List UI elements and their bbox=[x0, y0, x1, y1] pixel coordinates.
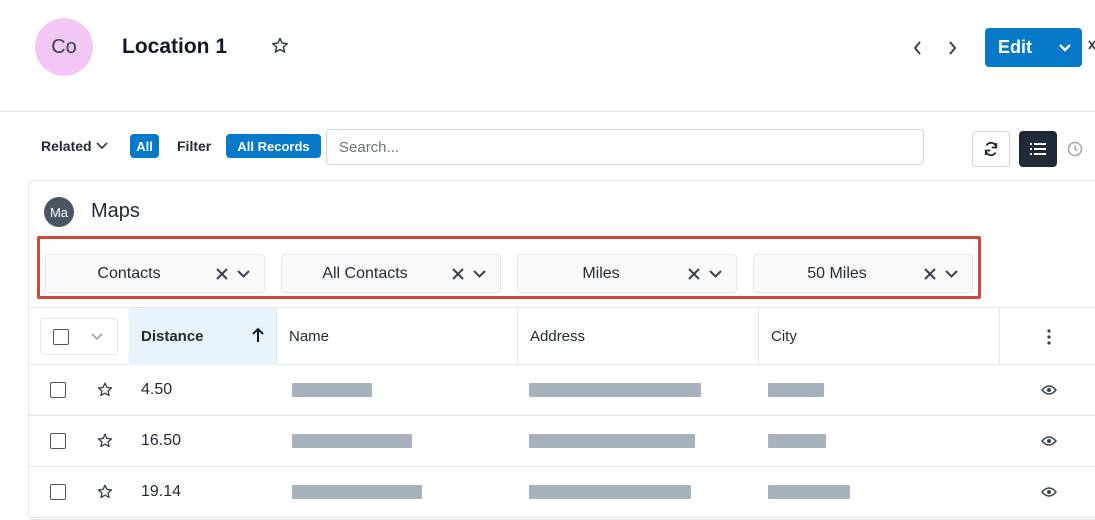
clear-icon[interactable] bbox=[920, 267, 940, 281]
chevron-down-icon[interactable] bbox=[91, 328, 103, 346]
search-input[interactable] bbox=[326, 129, 924, 165]
sort-ascending-icon[interactable] bbox=[252, 327, 264, 347]
city-cell-redacted bbox=[768, 467, 850, 517]
related-dropdown[interactable]: Related bbox=[41, 138, 108, 154]
chevron-down-icon[interactable] bbox=[704, 269, 726, 278]
address-cell-redacted bbox=[529, 365, 701, 415]
name-cell-redacted[interactable] bbox=[292, 416, 412, 466]
name-cell-redacted[interactable] bbox=[292, 365, 372, 415]
row-checkbox[interactable] bbox=[50, 416, 66, 466]
page-title: Location 1 bbox=[122, 35, 228, 58]
address-cell-redacted bbox=[529, 467, 691, 517]
clear-icon[interactable] bbox=[448, 267, 468, 281]
highlighted-filters-box: Contacts All Contacts Miles 50 Miles bbox=[37, 236, 981, 299]
avatar-initials: Co bbox=[51, 35, 77, 58]
preview-eye-icon[interactable] bbox=[1041, 416, 1057, 466]
subpanel-toolbar: Related All Filter All Records bbox=[0, 128, 1095, 168]
column-label: Distance bbox=[141, 328, 204, 345]
unit-filter-dropdown[interactable]: Miles bbox=[517, 254, 737, 293]
address-cell-redacted bbox=[529, 416, 695, 466]
preview-eye-icon[interactable] bbox=[1041, 365, 1057, 415]
column-header-name[interactable]: Name bbox=[277, 308, 518, 365]
city-cell-redacted bbox=[768, 416, 826, 466]
radius-filter-dropdown[interactable]: 50 Miles bbox=[753, 254, 973, 293]
list-filter-value: All Contacts bbox=[322, 264, 408, 282]
table-row[interactable]: 19.14 bbox=[29, 467, 1095, 518]
related-label: Related bbox=[41, 138, 92, 154]
column-options-icon[interactable] bbox=[1034, 308, 1064, 365]
distance-cell: 4.50 bbox=[141, 381, 173, 398]
row-checkbox[interactable] bbox=[50, 365, 66, 415]
favorite-star-icon[interactable] bbox=[270, 36, 290, 56]
table-header: Distance Name Address City bbox=[29, 307, 1095, 365]
column-header-city[interactable]: City bbox=[759, 308, 1000, 365]
chevron-down-icon[interactable] bbox=[468, 269, 490, 278]
edit-button[interactable]: Edit bbox=[985, 28, 1082, 67]
all-modules-pill[interactable]: All bbox=[130, 134, 159, 158]
module-avatar: Ma bbox=[44, 197, 74, 227]
column-label: City bbox=[771, 328, 797, 345]
chevron-down-icon bbox=[95, 142, 108, 150]
chevron-down-icon[interactable] bbox=[232, 269, 254, 278]
row-checkbox[interactable] bbox=[50, 467, 66, 517]
refresh-button[interactable] bbox=[972, 131, 1010, 167]
module-avatar-initials: Ma bbox=[49, 204, 69, 220]
activity-stream-button[interactable] bbox=[1060, 131, 1090, 167]
column-header-address[interactable]: Address bbox=[518, 308, 759, 365]
clear-icon[interactable] bbox=[684, 267, 704, 281]
name-cell-redacted[interactable] bbox=[292, 467, 422, 517]
select-all-checkbox[interactable] bbox=[53, 328, 69, 345]
table-row[interactable]: 4.50 bbox=[29, 365, 1095, 416]
list-filter-dropdown[interactable]: All Contacts bbox=[281, 254, 501, 293]
column-label: Address bbox=[530, 328, 586, 345]
close-icon[interactable] bbox=[1088, 36, 1095, 57]
filter-label: Filter bbox=[177, 138, 212, 154]
column-header-distance[interactable]: Distance bbox=[129, 308, 277, 365]
record-header: Co Location 1 Edit bbox=[0, 0, 1095, 112]
table-row[interactable]: 16.50 bbox=[29, 416, 1095, 467]
edit-button-label: Edit bbox=[998, 37, 1032, 57]
radius-filter-value: 50 Miles bbox=[807, 264, 867, 282]
avatar: Co bbox=[35, 18, 93, 76]
city-cell-redacted bbox=[768, 365, 824, 415]
distance-cell: 16.50 bbox=[141, 432, 182, 449]
dashlet-title: Maps bbox=[91, 200, 140, 222]
module-filter-value: Contacts bbox=[97, 264, 161, 282]
module-filter-dropdown[interactable]: Contacts bbox=[45, 254, 265, 293]
preview-eye-icon[interactable] bbox=[1041, 467, 1057, 517]
clear-icon[interactable] bbox=[212, 267, 232, 281]
select-all-control[interactable] bbox=[40, 318, 118, 355]
chevron-down-icon[interactable] bbox=[1047, 43, 1082, 53]
favorite-star-icon[interactable] bbox=[96, 467, 114, 517]
previous-record-button[interactable] bbox=[910, 38, 926, 58]
unit-filter-value: Miles bbox=[582, 264, 620, 282]
column-label: Name bbox=[289, 328, 330, 345]
clock-icon bbox=[1067, 141, 1083, 157]
refresh-icon bbox=[984, 141, 998, 157]
favorite-star-icon[interactable] bbox=[96, 416, 114, 466]
maps-dashlet: Ma Maps Contacts All Contacts Miles 50 M… bbox=[28, 180, 1095, 520]
distance-cell: 19.14 bbox=[141, 483, 182, 500]
next-record-button[interactable] bbox=[944, 38, 960, 58]
list-view-button[interactable] bbox=[1019, 131, 1057, 167]
chevron-down-icon[interactable] bbox=[940, 269, 962, 278]
list-icon bbox=[1030, 143, 1046, 155]
all-records-pill[interactable]: All Records bbox=[226, 134, 321, 158]
favorite-star-icon[interactable] bbox=[96, 365, 114, 415]
